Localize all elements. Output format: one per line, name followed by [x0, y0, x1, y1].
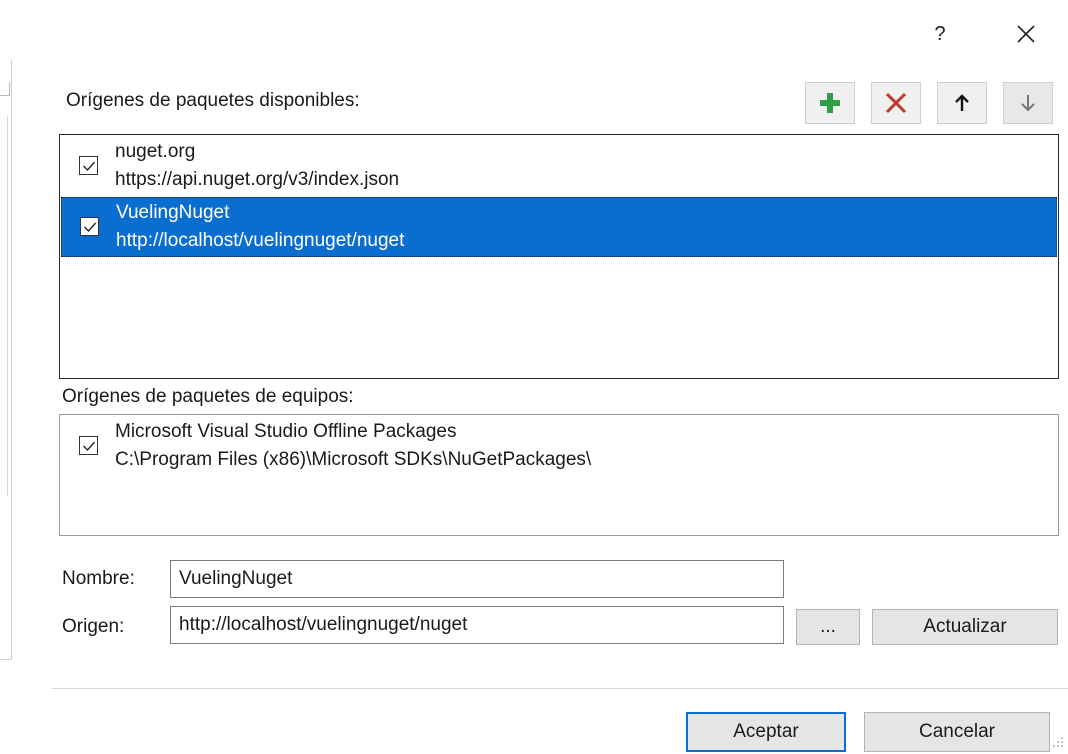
source-checkbox[interactable] — [80, 217, 99, 236]
machine-sources-label: Orígenes de paquetes de equipos: — [62, 386, 354, 407]
source-field[interactable]: http://localhost/vuelingnuget/nuget — [170, 606, 784, 644]
source-url: C:\Program Files (x86)\Microsoft SDKs\Nu… — [115, 449, 592, 470]
source-label: Origen: — [62, 616, 125, 637]
source-name: Microsoft Visual Studio Offline Packages — [115, 421, 457, 442]
arrow-down-icon — [1021, 95, 1035, 112]
help-button[interactable]: ? — [922, 18, 958, 50]
move-up-button[interactable] — [937, 82, 987, 124]
available-sources-list[interactable]: nuget.org https://api.nuget.org/v3/index… — [59, 134, 1059, 379]
plus-icon — [820, 93, 840, 113]
delete-x-icon — [885, 92, 907, 114]
source-item-vuelingnuget[interactable]: VuelingNuget http://localhost/vuelingnug… — [61, 197, 1057, 257]
checkmark-icon — [83, 222, 96, 232]
add-source-button[interactable] — [805, 82, 855, 124]
source-url: https://api.nuget.org/v3/index.json — [115, 169, 400, 190]
machine-sources-list[interactable]: Microsoft Visual Studio Offline Packages… — [59, 414, 1059, 536]
close-icon — [1017, 25, 1035, 43]
checkmark-icon — [82, 441, 95, 451]
ok-button[interactable]: Aceptar — [686, 712, 846, 752]
footer-divider — [52, 688, 1068, 689]
resize-grip-icon[interactable] — [1052, 736, 1066, 752]
cancel-button[interactable]: Cancelar — [864, 712, 1050, 752]
source-checkbox[interactable] — [79, 156, 98, 175]
name-field[interactable]: VuelingNuget — [170, 560, 784, 598]
available-sources-label: Orígenes de paquetes disponibles: — [66, 90, 360, 111]
source-name: VuelingNuget — [116, 202, 230, 223]
source-checkbox[interactable] — [79, 436, 98, 455]
source-name: nuget.org — [115, 141, 196, 162]
browse-button[interactable]: ... — [796, 609, 860, 645]
remove-source-button[interactable] — [871, 82, 921, 124]
source-item-nuget-org[interactable]: nuget.org https://api.nuget.org/v3/index… — [61, 137, 1057, 197]
move-down-button[interactable] — [1003, 82, 1053, 124]
source-item-vs-offline[interactable]: Microsoft Visual Studio Offline Packages… — [61, 417, 1057, 477]
name-label: Nombre: — [62, 568, 135, 589]
update-button[interactable]: Actualizar — [872, 609, 1058, 645]
arrow-up-icon — [955, 94, 969, 111]
source-url: http://localhost/vuelingnuget/nuget — [116, 230, 405, 251]
options-tree-edge — [0, 60, 12, 660]
checkmark-icon — [82, 161, 95, 171]
close-button[interactable] — [1006, 16, 1046, 52]
